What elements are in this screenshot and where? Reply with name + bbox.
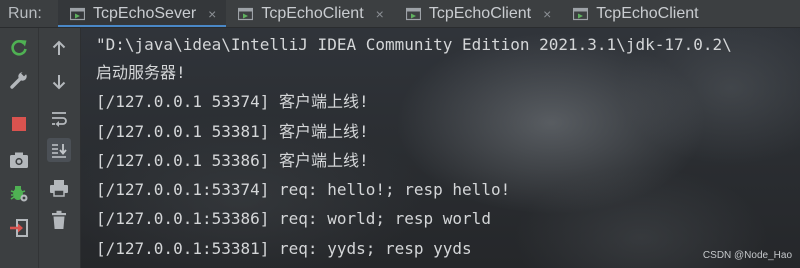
soft-wrap-icon[interactable] xyxy=(47,106,71,130)
tab-label: TcpEchoClient xyxy=(428,4,532,22)
exit-icon[interactable] xyxy=(7,216,31,240)
tab-tcp-echo-client-1[interactable]: TcpEchoClient × xyxy=(226,0,393,27)
run-config-icon xyxy=(69,7,86,21)
tab-tcp-echo-sever[interactable]: TcpEchoSever × xyxy=(58,0,227,27)
watermark: CSDN @Node_Hao xyxy=(702,250,792,261)
run-toolbar-primary xyxy=(0,28,39,268)
debug-bug-icon[interactable] xyxy=(7,181,31,205)
camera-icon[interactable] xyxy=(7,148,31,172)
console-line: [/127.0.0.1 53386] 客户端上线! xyxy=(96,150,369,170)
run-config-icon xyxy=(405,7,421,21)
console-line: [/127.0.0.1:53374] req: hello!; resp hel… xyxy=(96,180,511,200)
run-config-icon xyxy=(238,7,254,21)
console-line: [/127.0.0.1 53381] 客户端上线! xyxy=(96,121,369,141)
run-toolbar-secondary xyxy=(39,28,81,268)
tab-close-icon[interactable]: × xyxy=(543,6,551,22)
rerun-icon[interactable] xyxy=(7,36,31,60)
tab-tcp-echo-client-2[interactable]: TcpEchoClient × xyxy=(394,0,561,27)
trash-icon[interactable] xyxy=(47,208,71,232)
arrow-down-icon[interactable] xyxy=(47,70,71,94)
run-config-icon xyxy=(573,7,589,21)
console-line: [/127.0.0.1 53374] 客户端上线! xyxy=(96,92,369,112)
tab-label: TcpEchoClient xyxy=(261,4,364,22)
stop-icon[interactable] xyxy=(7,112,31,136)
tab-tcp-echo-client-3[interactable]: TcpEchoClient xyxy=(561,0,718,27)
tab-close-icon[interactable]: × xyxy=(208,6,216,22)
wrench-icon[interactable] xyxy=(7,68,31,92)
tab-label: TcpEchoSever xyxy=(93,4,197,22)
print-icon[interactable] xyxy=(47,176,71,200)
console-line: [/127.0.0.1:53381] req: yyds; resp yyds xyxy=(96,238,472,258)
scroll-to-end-icon[interactable] xyxy=(47,138,71,162)
console-output[interactable]: "D:\java\idea\IntelliJ IDEA Community Ed… xyxy=(81,28,800,268)
tab-close-icon[interactable]: × xyxy=(376,6,384,22)
console-lines: "D:\java\idea\IntelliJ IDEA Community Ed… xyxy=(96,28,732,263)
arrow-up-icon[interactable] xyxy=(47,36,71,60)
run-tab-bar: Run: TcpEchoSever × TcpEchoClient × TcpE… xyxy=(0,0,800,28)
console-line: 启动服务器! xyxy=(96,63,186,82)
run-label: Run: xyxy=(8,5,42,22)
console-line: "D:\java\idea\IntelliJ IDEA Community Ed… xyxy=(96,35,732,54)
tab-label: TcpEchoClient xyxy=(596,4,699,22)
console-line: [/127.0.0.1:53386] req: world; resp worl… xyxy=(96,209,491,229)
